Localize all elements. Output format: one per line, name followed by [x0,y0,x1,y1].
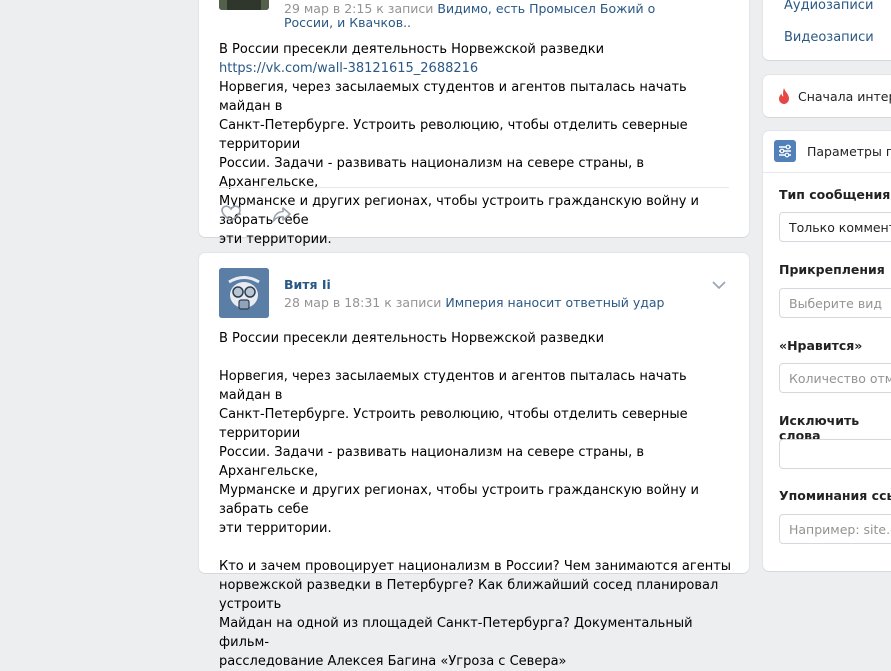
post-meta: 28 мар в 18:31 к записи Империя наносит … [284,296,704,310]
post-line: эти территории. [219,521,332,536]
attachments-select[interactable]: Выберите вид [779,288,891,318]
post-url-link[interactable]: https://vk.com/wall-38121615_2688216 [219,61,478,76]
post-text: В России пресекли деятельность Норвежско… [219,329,739,671]
post-author[interactable]: Витя Ii [284,277,331,292]
fire-icon [777,87,791,109]
post-line: Мурманске и других регионах, чтобы устро… [219,483,699,517]
sidebar-item-video[interactable]: Видеозаписи [784,30,874,45]
post-meta: 29 мар в 2:15 к записи Видимо, есть Пром… [284,2,684,30]
exclude-words-input[interactable] [779,439,891,469]
attachments-label: Прикрепления [779,262,885,277]
to-post-prefix: к записи [384,295,442,310]
post-line: В России пресекли деятельность Норвежско… [219,331,605,346]
to-post-link[interactable]: Империя наносит ответный удар [445,295,664,310]
to-post-prefix: к записи [376,1,434,16]
post-line: Норвегия, через засылаемых студентов и а… [219,369,687,403]
divider [219,187,729,188]
mentions-label: Упоминания ссылк [779,488,891,503]
post-date[interactable]: 28 мар в 18:31 [284,295,380,310]
likes-label: «Нравится» [779,338,863,353]
mentions-input[interactable]: Например: site.co [779,514,891,544]
post-line: Санкт-Петербурге. Устроить революцию, чт… [219,118,688,152]
message-type-select[interactable]: Только коммента [779,212,891,242]
post-line: Норвегия, через засылаемых студентов и а… [219,80,687,114]
likes-input[interactable]: Количество отме [779,363,891,393]
post-line: Санкт-Петербурге. Устроить революцию, чт… [219,407,688,441]
post-line: Кто и зачем провоцирует национализм в Ро… [219,559,732,574]
divider [763,172,891,173]
sort-label: Сначала интере [798,89,891,104]
post-line: норвежской разведки в Петербурге? Как бл… [219,578,719,612]
filter-sliders-icon [774,140,796,166]
share-icon[interactable] [271,204,293,228]
like-heart-icon[interactable] [220,204,242,228]
sort-option[interactable]: Сначала интере [763,75,891,117]
post-text: В России пресекли деятельность Норвежско… [219,40,739,249]
post-card-2: Витя Ii 28 мар в 18:31 к записи Империя … [199,253,749,669]
filters-title: Параметры по [807,144,891,159]
post-line: Майдан на одной из площадей Санкт-Петерб… [219,616,693,650]
chevron-down-icon[interactable] [711,279,727,294]
post-line: Мурманске и других регионах, чтобы устро… [219,194,699,228]
post-line: расследование Алексея Багина «Угроза с С… [219,654,567,669]
avatar[interactable] [219,0,269,10]
post-line: России. Задачи - развивать национализм н… [219,445,645,479]
post-card-1: 29 мар в 2:15 к записи Видимо, есть Пром… [199,0,749,247]
avatar[interactable] [219,268,269,318]
post-line: В России пресекли деятельность Норвежско… [219,42,605,57]
sidebar-menu: Аудиозаписи Видеозаписи [763,0,891,60]
sidebar-item-audio[interactable]: Аудиозаписи [784,0,873,13]
post-line: эти территории. [219,232,332,247]
post-date[interactable]: 29 мар в 2:15 [284,1,372,16]
message-type-label: Тип сообщения [779,187,891,202]
